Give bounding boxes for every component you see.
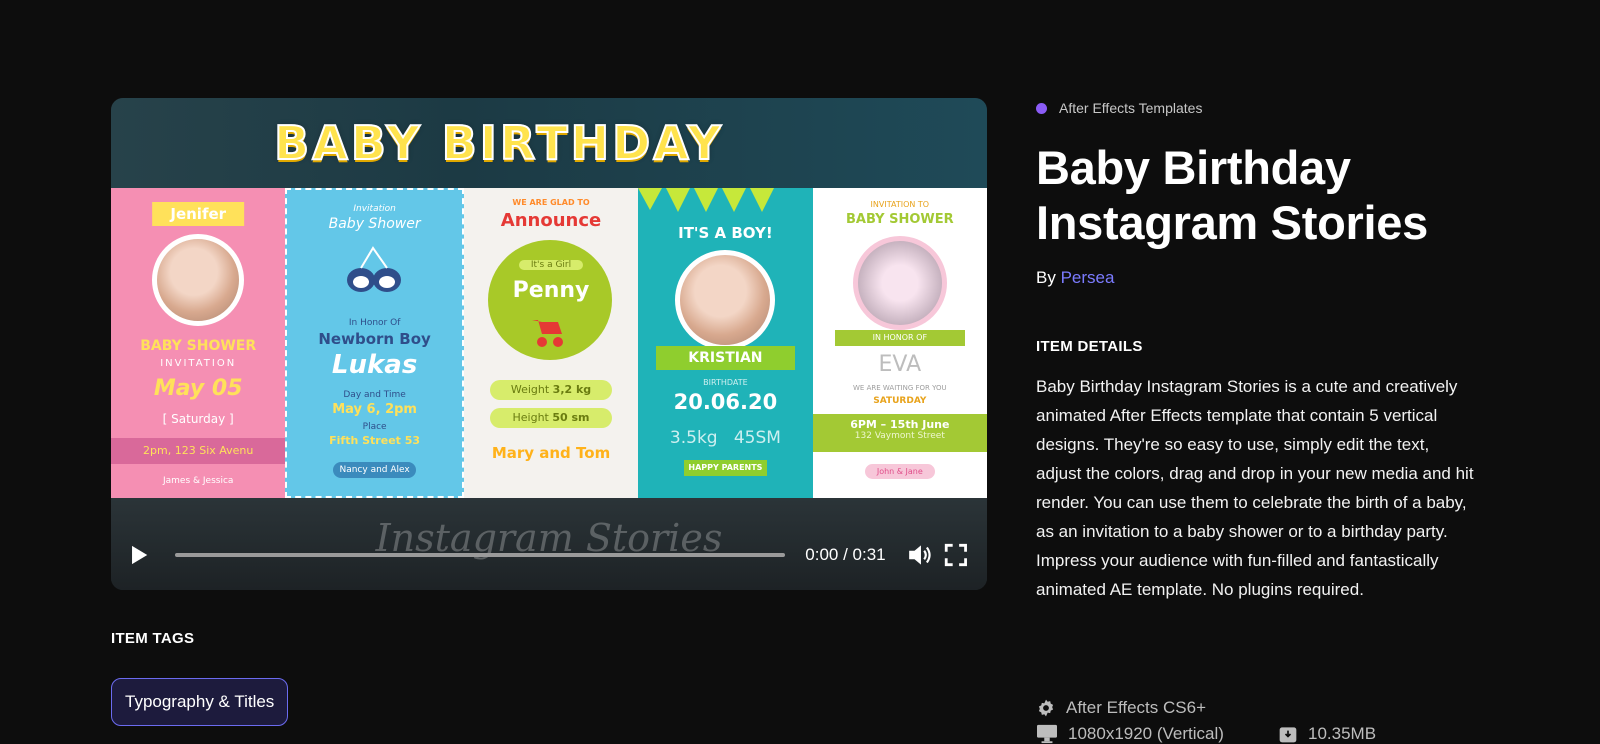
card-top: WE ARE GLAD TO bbox=[512, 198, 590, 207]
card-date: 20.06.20 bbox=[673, 390, 778, 414]
preview-banner: BABY BIRTHDAY bbox=[111, 98, 987, 188]
item-details-heading: ITEM DETAILS bbox=[1036, 338, 1143, 355]
card-names: Nancy and Alex bbox=[333, 462, 416, 478]
player-controls: 0:00 / 0:31 bbox=[111, 520, 987, 590]
baby-shoes-icon bbox=[347, 246, 402, 292]
software-requirement: After Effects CS6+ bbox=[1036, 698, 1206, 718]
file-size-info: 10.35MB bbox=[1278, 724, 1376, 744]
baby-photo bbox=[852, 236, 947, 330]
preview-card-2: Invitation Baby Shower In Honor Of Newbo… bbox=[285, 188, 464, 498]
card-day: SATURDAY bbox=[873, 396, 927, 406]
card-day: [ Saturday ] bbox=[162, 412, 234, 426]
card-date: May 05 bbox=[153, 376, 243, 401]
tag-typography-titles[interactable]: Typography & Titles bbox=[111, 678, 289, 726]
card-boy: Newborn Boy bbox=[318, 330, 431, 348]
card-born-label: BIRTHDATE bbox=[703, 378, 748, 387]
author-link[interactable]: Persea bbox=[1061, 268, 1115, 287]
card-address: 2pm, 123 Six Avenu bbox=[111, 438, 286, 464]
category-label: After Effects Templates bbox=[1059, 100, 1203, 116]
item-description: Baby Birthday Instagram Stories is a cut… bbox=[1036, 377, 1474, 599]
card-title: BABY SHOWER bbox=[846, 212, 954, 227]
card-title: BABY SHOWER bbox=[140, 338, 257, 354]
video-player[interactable]: BABY BIRTHDAY Jenifer BABY SHOWER INVITA… bbox=[111, 98, 987, 590]
card-names: James & Jessica bbox=[162, 476, 234, 486]
resolution-label: 1080x1920 (Vertical) bbox=[1068, 724, 1224, 743]
software-label: After Effects CS6+ bbox=[1066, 698, 1207, 717]
gear-icon bbox=[1038, 699, 1054, 717]
file-size-label: 10.35MB bbox=[1308, 724, 1377, 743]
card-name: Lukas bbox=[331, 350, 418, 380]
bunting-flags bbox=[638, 188, 775, 212]
card-weight-label: Weight bbox=[510, 383, 550, 396]
card-title: IT'S A BOY! bbox=[678, 224, 773, 242]
monitor-icon bbox=[1037, 724, 1057, 744]
preview-card-4: IT'S A BOY! KRISTIAN BIRTHDATE 20.06.20 … bbox=[638, 188, 813, 498]
time-display: 0:00 / 0:31 bbox=[805, 545, 886, 564]
card-ribbon: KRISTIAN bbox=[656, 346, 795, 370]
card-badge: HAPPY PARENTS bbox=[684, 460, 767, 476]
author-prefix: By bbox=[1036, 268, 1056, 287]
card-height-label: Height bbox=[512, 411, 549, 424]
card-honor: IN HONOR OF bbox=[834, 330, 966, 346]
card-sub: In Honor Of bbox=[348, 318, 401, 328]
card-title: Baby Shower bbox=[328, 216, 421, 232]
preview-cards: Jenifer BABY SHOWER INVITATION May 05 [ … bbox=[111, 188, 987, 498]
card-place: Fifth Street 53 bbox=[329, 434, 421, 447]
play-icon[interactable] bbox=[129, 544, 149, 566]
card-place-label: Place bbox=[362, 422, 387, 432]
file-size-icon bbox=[1279, 727, 1297, 743]
card-weight: 3.5kg bbox=[669, 428, 718, 448]
preview-card-5: INVITATION TO BABY SHOWER IN HONOR OF EV… bbox=[812, 188, 987, 498]
preview-card-1: Jenifer BABY SHOWER INVITATION May 05 [ … bbox=[111, 188, 286, 498]
card-when: May 6, 2pm bbox=[332, 402, 417, 417]
card-height: 50 sm bbox=[552, 411, 590, 424]
stroller-icon bbox=[531, 320, 563, 347]
card-parents: Mary and Tom bbox=[491, 444, 611, 462]
category-link[interactable]: After Effects Templates bbox=[1036, 100, 1202, 116]
card-address: 132 Vaymont Street bbox=[854, 431, 945, 441]
author-line: By Persea bbox=[1036, 268, 1114, 288]
card-ribbon: Jenifer bbox=[152, 202, 245, 226]
card-girl: It's a Girl bbox=[518, 260, 584, 270]
card-subtitle: INVITATION bbox=[160, 358, 237, 369]
card-waiting: WE ARE WAITING FOR YOU bbox=[853, 384, 947, 392]
card-when-label: Day and Time bbox=[343, 390, 406, 400]
card-when: 6PM – 15th June bbox=[850, 418, 950, 431]
volume-icon[interactable] bbox=[907, 541, 933, 569]
card-name: EVA bbox=[878, 352, 922, 377]
resolution-info: 1080x1920 (Vertical) bbox=[1036, 724, 1224, 744]
card-name: Penny bbox=[512, 278, 590, 303]
progress-bar[interactable] bbox=[175, 553, 786, 557]
baby-photo bbox=[675, 250, 776, 350]
preview-card-3: WE ARE GLAD TO Announce It's a Girl Penn… bbox=[463, 188, 639, 498]
fullscreen-icon[interactable] bbox=[943, 541, 969, 569]
category-dot bbox=[1036, 102, 1047, 114]
baby-photo bbox=[152, 234, 245, 326]
card-top: Invitation bbox=[353, 204, 396, 214]
card-top: INVITATION TO bbox=[870, 200, 930, 209]
banner-title: BABY BIRTHDAY bbox=[273, 115, 724, 171]
item-tags-heading: ITEM TAGS bbox=[111, 630, 195, 647]
card-names: John & Jane bbox=[864, 464, 936, 479]
item-title: Baby Birthday Instagram Stories bbox=[1036, 141, 1428, 249]
card-title: Announce bbox=[500, 210, 602, 231]
card-weight: 3,2 kg bbox=[552, 383, 592, 396]
card-height: 45SM bbox=[733, 428, 781, 448]
